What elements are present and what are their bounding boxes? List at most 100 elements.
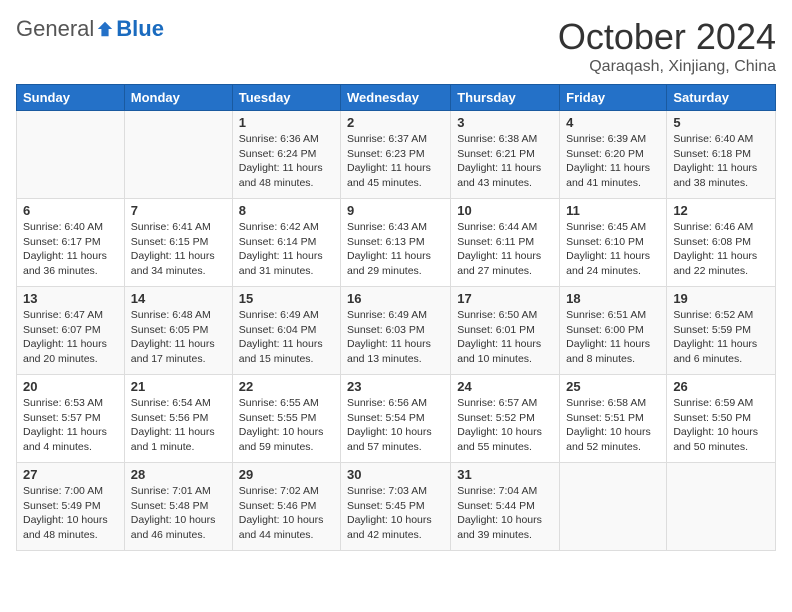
day-cell: 21 Sunrise: 6:54 AMSunset: 5:56 PMDayligh…: [124, 375, 232, 463]
day-cell: [124, 111, 232, 199]
day-number: 29: [239, 467, 334, 482]
day-cell: 12 Sunrise: 6:46 AMSunset: 6:08 PMDayligh…: [667, 199, 776, 287]
day-cell: 6 Sunrise: 6:40 AMSunset: 6:17 PMDaylight…: [17, 199, 125, 287]
day-number: 31: [457, 467, 553, 482]
weekday-header-thursday: Thursday: [451, 85, 560, 111]
day-number: 11: [566, 203, 660, 218]
day-info: Sunrise: 6:40 AMSunset: 6:18 PMDaylight:…: [673, 132, 769, 191]
week-row-5: 27Sunrise: 7:00 AMSunset: 5:49 PMDayligh…: [17, 463, 776, 551]
day-cell: 19 Sunrise: 6:52 AMSunset: 5:59 PMDayligh…: [667, 287, 776, 375]
day-number: 15: [239, 291, 334, 306]
day-cell: 22 Sunrise: 6:55 AMSunset: 5:55 PMDayligh…: [232, 375, 340, 463]
day-info: Sunrise: 6:58 AMSunset: 5:51 PMDaylight:…: [566, 396, 660, 455]
calendar: SundayMondayTuesdayWednesdayThursdayFrid…: [16, 84, 776, 551]
day-number: 18: [566, 291, 660, 306]
day-number: 19: [673, 291, 769, 306]
day-info: Sunrise: 7:04 AMSunset: 5:44 PMDaylight:…: [457, 484, 553, 543]
day-cell: 9Sunrise: 6:43 AMSunset: 6:13 PMDaylight…: [341, 199, 451, 287]
day-info: Sunrise: 7:03 AMSunset: 5:45 PMDaylight:…: [347, 484, 444, 543]
day-info: Sunrise: 7:01 AMSunset: 5:48 PMDaylight:…: [131, 484, 226, 543]
day-info: Sunrise: 6:52 AMSunset: 5:59 PMDaylight:…: [673, 308, 769, 367]
day-info: Sunrise: 6:43 AMSunset: 6:13 PMDaylight:…: [347, 220, 444, 279]
weekday-header-tuesday: Tuesday: [232, 85, 340, 111]
weekday-header-wednesday: Wednesday: [341, 85, 451, 111]
day-cell: 11Sunrise: 6:45 AMSunset: 6:10 PMDayligh…: [560, 199, 667, 287]
day-info: Sunrise: 6:40 AMSunset: 6:17 PMDaylight:…: [23, 220, 118, 279]
day-info: Sunrise: 6:42 AMSunset: 6:14 PMDaylight:…: [239, 220, 334, 279]
day-number: 1: [239, 115, 334, 130]
day-cell: 29 Sunrise: 7:02 AMSunset: 5:46 PMDayligh…: [232, 463, 340, 551]
day-info: Sunrise: 7:02 AMSunset: 5:46 PMDaylight:…: [239, 484, 334, 543]
day-info: Sunrise: 6:51 AMSunset: 6:00 PMDaylight:…: [566, 308, 660, 367]
weekday-header-sunday: Sunday: [17, 85, 125, 111]
day-number: 24: [457, 379, 553, 394]
day-cell: 20Sunrise: 6:53 AMSunset: 5:57 PMDayligh…: [17, 375, 125, 463]
day-cell: 17 Sunrise: 6:50 AMSunset: 6:01 PMDayligh…: [451, 287, 560, 375]
day-number: 23: [347, 379, 444, 394]
week-row-4: 20Sunrise: 6:53 AMSunset: 5:57 PMDayligh…: [17, 375, 776, 463]
day-cell: 18 Sunrise: 6:51 AMSunset: 6:00 PMDayligh…: [560, 287, 667, 375]
day-cell: 28Sunrise: 7:01 AMSunset: 5:48 PMDayligh…: [124, 463, 232, 551]
day-cell: 1 Sunrise: 6:36 AMSunset: 6:24 PMDaylight…: [232, 111, 340, 199]
day-number: 3: [457, 115, 553, 130]
day-number: 25: [566, 379, 660, 394]
day-cell: 7Sunrise: 6:41 AMSunset: 6:15 PMDaylight…: [124, 199, 232, 287]
day-number: 8: [239, 203, 334, 218]
day-number: 6: [23, 203, 118, 218]
logo-general: General: [16, 16, 94, 42]
month-title: October 2024: [558, 16, 776, 58]
day-info: Sunrise: 6:46 AMSunset: 6:08 PMDaylight:…: [673, 220, 769, 279]
day-info: Sunrise: 6:47 AMSunset: 6:07 PMDaylight:…: [23, 308, 118, 367]
day-info: Sunrise: 6:38 AMSunset: 6:21 PMDaylight:…: [457, 132, 553, 191]
day-number: 12: [673, 203, 769, 218]
logo: General Blue: [16, 16, 164, 42]
day-number: 10: [457, 203, 553, 218]
week-row-1: 1 Sunrise: 6:36 AMSunset: 6:24 PMDaylight…: [17, 111, 776, 199]
day-cell: 4Sunrise: 6:39 AMSunset: 6:20 PMDaylight…: [560, 111, 667, 199]
week-row-3: 13 Sunrise: 6:47 AMSunset: 6:07 PMDayligh…: [17, 287, 776, 375]
day-cell: 26 Sunrise: 6:59 AMSunset: 5:50 PMDayligh…: [667, 375, 776, 463]
day-info: Sunrise: 6:49 AMSunset: 6:03 PMDaylight:…: [347, 308, 444, 367]
day-cell: 25 Sunrise: 6:58 AMSunset: 5:51 PMDayligh…: [560, 375, 667, 463]
logo-icon: [96, 20, 114, 38]
day-info: Sunrise: 6:56 AMSunset: 5:54 PMDaylight:…: [347, 396, 444, 455]
day-number: 27: [23, 467, 118, 482]
day-cell: 14 Sunrise: 6:48 AMSunset: 6:05 PMDayligh…: [124, 287, 232, 375]
day-cell: 3 Sunrise: 6:38 AMSunset: 6:21 PMDaylight…: [451, 111, 560, 199]
weekday-header-row: SundayMondayTuesdayWednesdayThursdayFrid…: [17, 85, 776, 111]
day-number: 21: [131, 379, 226, 394]
day-number: 17: [457, 291, 553, 306]
day-cell: [17, 111, 125, 199]
title-block: October 2024 Qaraqash, Xinjiang, China: [558, 16, 776, 76]
weekday-header-monday: Monday: [124, 85, 232, 111]
day-cell: 27Sunrise: 7:00 AMSunset: 5:49 PMDayligh…: [17, 463, 125, 551]
day-info: Sunrise: 6:54 AMSunset: 5:56 PMDaylight:…: [131, 396, 226, 455]
day-number: 13: [23, 291, 118, 306]
day-cell: 24 Sunrise: 6:57 AMSunset: 5:52 PMDayligh…: [451, 375, 560, 463]
location: Qaraqash, Xinjiang, China: [558, 58, 776, 76]
day-info: Sunrise: 6:48 AMSunset: 6:05 PMDaylight:…: [131, 308, 226, 367]
day-cell: 30Sunrise: 7:03 AMSunset: 5:45 PMDayligh…: [341, 463, 451, 551]
day-info: Sunrise: 6:50 AMSunset: 6:01 PMDaylight:…: [457, 308, 553, 367]
day-number: 2: [347, 115, 444, 130]
day-number: 22: [239, 379, 334, 394]
week-row-2: 6 Sunrise: 6:40 AMSunset: 6:17 PMDaylight…: [17, 199, 776, 287]
day-info: Sunrise: 6:39 AMSunset: 6:20 PMDaylight:…: [566, 132, 660, 191]
day-info: Sunrise: 6:36 AMSunset: 6:24 PMDaylight:…: [239, 132, 334, 191]
day-number: 26: [673, 379, 769, 394]
day-info: Sunrise: 6:59 AMSunset: 5:50 PMDaylight:…: [673, 396, 769, 455]
day-cell: 5Sunrise: 6:40 AMSunset: 6:18 PMDaylight…: [667, 111, 776, 199]
day-info: Sunrise: 6:55 AMSunset: 5:55 PMDaylight:…: [239, 396, 334, 455]
day-number: 14: [131, 291, 226, 306]
logo-blue: Blue: [116, 16, 164, 42]
day-info: Sunrise: 6:53 AMSunset: 5:57 PMDaylight:…: [23, 396, 118, 455]
day-cell: [560, 463, 667, 551]
day-info: Sunrise: 6:44 AMSunset: 6:11 PMDaylight:…: [457, 220, 553, 279]
day-info: Sunrise: 6:41 AMSunset: 6:15 PMDaylight:…: [131, 220, 226, 279]
day-cell: 15Sunrise: 6:49 AMSunset: 6:04 PMDayligh…: [232, 287, 340, 375]
day-cell: 8 Sunrise: 6:42 AMSunset: 6:14 PMDaylight…: [232, 199, 340, 287]
day-info: Sunrise: 6:37 AMSunset: 6:23 PMDaylight:…: [347, 132, 444, 191]
day-cell: 31 Sunrise: 7:04 AMSunset: 5:44 PMDayligh…: [451, 463, 560, 551]
day-info: Sunrise: 6:57 AMSunset: 5:52 PMDaylight:…: [457, 396, 553, 455]
weekday-header-friday: Friday: [560, 85, 667, 111]
